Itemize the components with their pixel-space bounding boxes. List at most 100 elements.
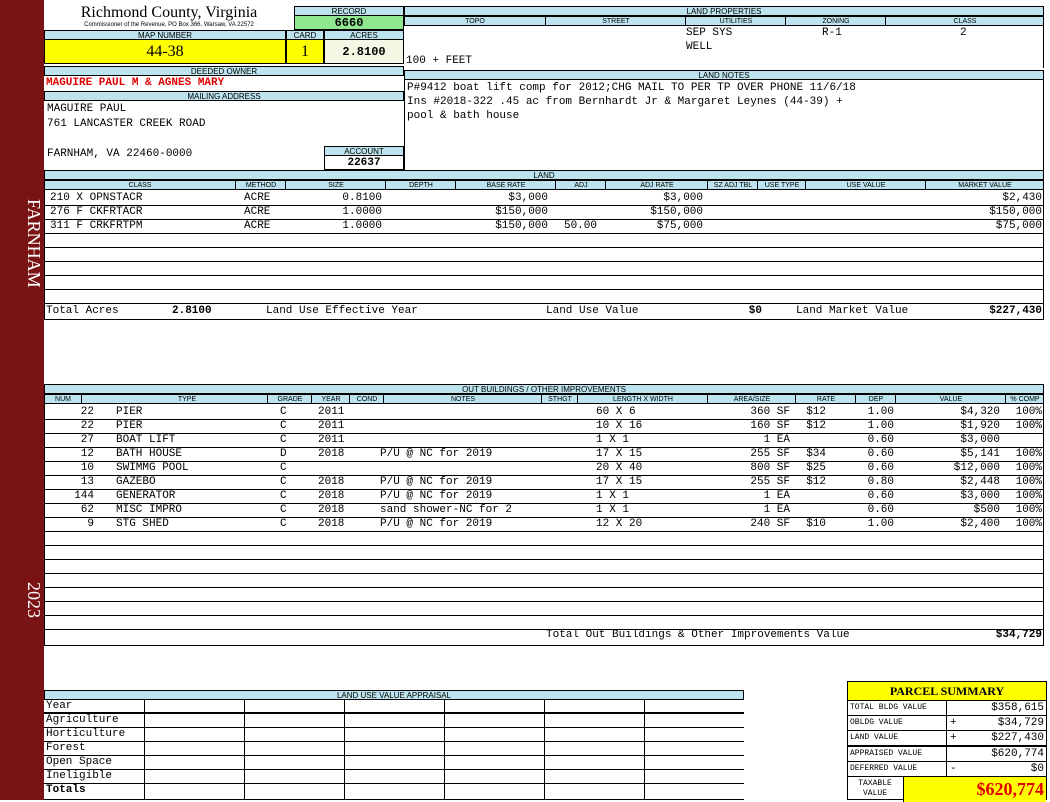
ob-value: $2,448: [960, 476, 1000, 488]
ob-area: 255 SF: [750, 448, 790, 460]
map-number-value: 44-38: [44, 40, 286, 64]
ob-area: 800 SF: [750, 462, 790, 474]
ob-grade: C: [280, 490, 287, 502]
total-acres-label: Total Acres: [46, 305, 119, 317]
ps-taxable-label-1: TAXABLE: [858, 779, 892, 788]
ob-num: 22: [80, 420, 94, 432]
ps-land-value: $227,430: [991, 732, 1044, 744]
county-name: Richmond County, Virginia: [80, 4, 258, 21]
land-use-row: Horticulture: [44, 728, 744, 742]
land-use-row: Forest: [44, 742, 744, 756]
ps-total-bldg-value: $358,615: [991, 702, 1044, 714]
ps-deferred-value: $0: [1030, 763, 1044, 775]
land-properties-body: SEP SYS WELL R-1 2 100 + FEET: [404, 26, 1044, 68]
land-size: 1.0000: [342, 220, 382, 232]
lp-frontage: 100 + FEET: [406, 55, 473, 67]
table-row: 12 BATH HOUSE D 2018 P/U @ NC for 2019 17 X 1…: [44, 447, 1044, 462]
ob-header-notes: NOTES: [383, 395, 542, 403]
table-row: [44, 531, 1044, 546]
ps-row-obldg: OBLDG VALUE + $34,729: [848, 716, 1046, 731]
lp-utilities-1: SEP SYS: [686, 27, 733, 39]
ob-type: STG SHED: [116, 518, 169, 530]
land-use-row: Ineligible: [44, 770, 744, 784]
ps-appraised-label: APPRAISED VALUE: [850, 749, 923, 758]
record-value: 6660: [294, 16, 404, 30]
outbuildings-header-row: NUM TYPE GRADE YEAR COND NOTES STHGT LEN…: [44, 394, 1044, 404]
land-size: 1.0000: [342, 206, 382, 218]
ob-header-area-size: AREA/SIZE: [707, 395, 796, 403]
land-class: 311 F CRKFRTPM: [50, 220, 143, 232]
ob-area: 255 SF: [750, 476, 790, 488]
land-properties-label: LAND PROPERTIES: [404, 6, 1044, 16]
ob-num: 9: [87, 518, 94, 530]
ob-dep: 1.00: [867, 406, 894, 418]
ob-rate: $12: [806, 406, 826, 418]
ob-year: 2011: [318, 406, 345, 418]
lp-class: 2: [960, 27, 967, 39]
mailing-address-label: MAILING ADDRESS: [44, 91, 404, 101]
mailing-address: MAGUIRE PAUL 761 LANCASTER CREEK ROAD FA…: [47, 103, 347, 163]
ps-row-deferred: DEFERRED VALUE - $0: [848, 762, 1046, 777]
ps-row-appraised: APPRAISED VALUE $620,774: [848, 747, 1046, 762]
lp-header-street: STREET: [545, 17, 686, 25]
land-use-appraisal-table: Year Agriculture Horticulture Forest Open Sp…: [44, 700, 744, 800]
table-row: 9 STG SHED C 2018 P/U @ NC for 2019 12 X 20 24…: [44, 517, 1044, 532]
land-market-value-label: Land Market Value: [796, 305, 909, 317]
ob-year: 2018: [318, 476, 345, 488]
ps-obldg-value: $34,729: [997, 717, 1044, 729]
ps-row-total-bldg: TOTAL BLDG VALUE $358,615: [848, 701, 1046, 716]
ob-header-num: NUM: [55, 396, 71, 403]
ob-comp: 100%: [1015, 504, 1042, 516]
land-adj-rate: $75,000: [656, 220, 703, 232]
ob-area: 160 SF: [750, 420, 790, 432]
ob-type: PIER: [116, 420, 143, 432]
ob-header-year: YEAR: [311, 395, 350, 403]
table-row: [44, 233, 1044, 248]
ps-deferred-label: DEFERRED VALUE: [850, 764, 918, 773]
ob-lw: 1 X 1: [596, 434, 630, 446]
sidebar: FARNHAM 2023: [0, 0, 44, 800]
land-market-value: $75,000: [995, 220, 1042, 232]
ob-dep: 0.60: [867, 448, 894, 460]
ps-taxable-value: $620,774: [976, 779, 1045, 799]
ob-num: 144: [74, 490, 94, 502]
land-base-rate: $150,000: [495, 206, 548, 218]
ob-notes: sand shower-NC for 2: [380, 504, 513, 516]
land-use-row-label: Horticulture: [46, 728, 126, 740]
table-row: 144 GENERATOR C 2018 P/U @ NC for 2019 1 X 1 1…: [44, 489, 1044, 504]
ob-area: 1 EA: [763, 490, 790, 502]
land-header-size: SIZE: [285, 181, 386, 189]
ob-value: $12,000: [953, 462, 1000, 474]
ob-grade: C: [280, 420, 287, 432]
deeded-owner-value: MAGUIRE PAUL M & AGNES MARY: [46, 77, 225, 89]
ps-obldg-label: OBLDG VALUE: [850, 718, 903, 727]
ob-lw: 1 X 1: [596, 504, 630, 516]
county-address: Commissioner of the Revenue, PO Box 366,…: [84, 22, 254, 28]
ob-header-grade: GRADE: [267, 395, 312, 403]
ob-header-dep: DEP: [855, 395, 896, 403]
ps-land-label: LAND VALUE: [850, 733, 899, 742]
land-header-adj-rate: ADJ RATE: [605, 181, 708, 189]
ob-rate: $12: [806, 420, 826, 432]
ob-num: 62: [80, 504, 94, 516]
ob-num: 13: [80, 476, 94, 488]
ob-area: 1 EA: [763, 504, 790, 516]
ob-header-rate: RATE: [795, 395, 856, 403]
ob-value: $5,141: [960, 448, 1000, 460]
table-row: 13 GAZEBO C 2018 P/U @ NC for 2019 17 X 15 255…: [44, 475, 1044, 490]
ob-type: GAZEBO: [116, 476, 156, 488]
map-number-label: MAP NUMBER: [44, 30, 286, 40]
ob-comp: 100%: [1015, 448, 1042, 460]
land-header-method: METHOD: [235, 181, 286, 189]
land-adj-rate: $150,000: [650, 206, 703, 218]
card-value: 1: [286, 40, 324, 64]
table-row: 22 PIER C 2011 60 X 6 360 SF $12 1.00 $4,320 100%: [44, 405, 1044, 420]
ob-lw: 1 X 1: [596, 490, 630, 502]
table-row: [44, 601, 1044, 616]
ob-grade: C: [280, 504, 287, 516]
lp-utilities-2: WELL: [686, 41, 713, 53]
ob-total-value: $34,729: [995, 629, 1042, 641]
table-row: [44, 545, 1044, 560]
land-header-use-type: USE TYPE: [757, 181, 806, 189]
ob-comp: 100%: [1015, 476, 1042, 488]
